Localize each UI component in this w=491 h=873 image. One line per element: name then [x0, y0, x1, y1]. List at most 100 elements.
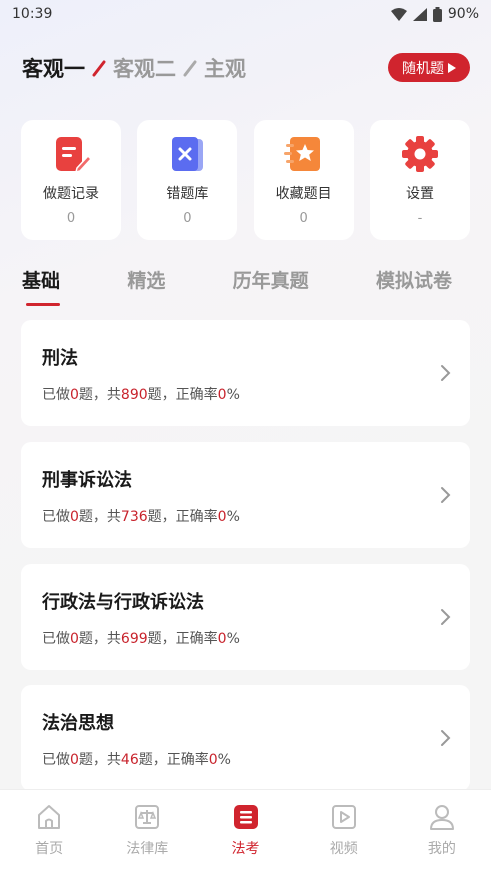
accuracy-rate: 0 [217, 387, 227, 403]
bottom-navigation: 首页 法律库 法考 视频 我的 [0, 789, 491, 873]
stats-label: 已做 [42, 387, 70, 403]
tab-label: 模拟试卷 [375, 270, 452, 292]
profile-icon [429, 805, 454, 830]
subject-stats: 已做0题，共46题，正确率0% [42, 749, 231, 769]
accuracy-rate: 0 [208, 752, 218, 768]
category-tabs: 基础 精选 历年真题 模拟试卷 [22, 266, 452, 306]
chevron-right-icon [441, 609, 451, 625]
nav-profile[interactable]: 我的 [393, 790, 491, 873]
subject-title: 刑法 [42, 348, 78, 369]
status-bar: 10:39 90% [0, 0, 491, 28]
subject-stats: 已做0题，共699题，正确率0% [42, 628, 240, 648]
nav-label: 法考 [231, 841, 260, 857]
total-count: 890 [120, 387, 148, 403]
quick-card-value: 0 [66, 211, 76, 226]
random-question-button[interactable]: 随机题 [388, 53, 470, 82]
tab-label: 历年真题 [232, 270, 309, 292]
chevron-right-icon [441, 730, 451, 746]
settings-gear-icon [401, 136, 438, 172]
quick-card-settings[interactable]: 设置 - [369, 120, 470, 240]
done-count: 0 [70, 509, 79, 525]
quick-card-value: 0 [299, 211, 308, 226]
wrong-questions-icon [172, 137, 204, 171]
stats-label: 题，共 [78, 387, 121, 403]
nav-label: 视频 [329, 841, 358, 857]
quick-access-row: 做题记录 0 错题库 0 收藏题目 0 设置 - [21, 120, 470, 240]
quick-card-value: - [417, 211, 423, 226]
stats-label: 题，共 [78, 509, 121, 525]
accuracy-rate: 0 [217, 509, 227, 525]
done-count: 0 [70, 752, 79, 768]
nav-label: 首页 [35, 841, 64, 857]
nav-video[interactable]: 视频 [295, 790, 393, 873]
subject-title: 刑事诉讼法 [42, 470, 132, 491]
quick-card-label: 收藏题目 [275, 186, 332, 202]
tab-subjective[interactable]: 主观 [204, 53, 246, 83]
battery-percent: 90% [447, 6, 479, 22]
tab-label: 精选 [127, 270, 166, 292]
tab-objective-one[interactable]: 客观一 [22, 53, 85, 83]
stats-label: % [226, 631, 240, 647]
stats-label: 已做 [42, 752, 70, 768]
law-library-icon [135, 805, 160, 829]
total-count: 46 [120, 752, 139, 768]
quick-card-record[interactable]: 做题记录 0 [21, 120, 121, 240]
subject-card-administrative-law[interactable]: 行政法与行政诉讼法 已做0题，共699题，正确率0% [21, 564, 470, 670]
nav-label: 我的 [427, 841, 456, 857]
nav-law-library[interactable]: 法律库 [98, 790, 196, 873]
done-count: 0 [70, 387, 79, 403]
subject-stats: 已做0题，共890题，正确率0% [42, 384, 240, 404]
stats-label: % [217, 752, 231, 768]
chevron-right-icon [441, 487, 451, 503]
stats-label: 题，正确率 [147, 509, 218, 525]
nav-exam[interactable]: 法考 [196, 790, 294, 873]
quick-card-label: 设置 [405, 186, 434, 202]
tab-objective-two[interactable]: 客观二 [113, 53, 176, 83]
subject-title: 法治思想 [42, 713, 114, 734]
tab-mock-papers[interactable]: 模拟试卷 [376, 266, 452, 306]
subject-title: 行政法与行政诉讼法 [42, 592, 204, 613]
stats-label: 题，正确率 [147, 387, 218, 403]
subject-stats: 已做0题，共736题，正确率0% [42, 506, 240, 526]
done-count: 0 [70, 631, 79, 647]
stats-label: 题，正确率 [138, 752, 209, 768]
exam-icon [233, 805, 258, 829]
tab-selected[interactable]: 精选 [127, 266, 165, 306]
status-time: 10:39 [12, 6, 53, 22]
subject-card-rule-of-law-thought[interactable]: 法治思想 已做0题，共46题，正确率0% [21, 685, 470, 791]
status-indicators: 90% [390, 6, 479, 22]
active-tab-indicator [26, 303, 60, 306]
quick-card-wrong-questions[interactable]: 错题库 0 [137, 120, 238, 240]
total-count: 736 [120, 509, 148, 525]
tab-basic[interactable]: 基础 [22, 266, 60, 306]
play-triangle-icon [448, 62, 456, 73]
battery-icon [432, 6, 442, 22]
random-question-label: 随机题 [402, 60, 444, 77]
subject-card-criminal-procedure[interactable]: 刑事诉讼法 已做0题，共736题，正确率0% [21, 442, 470, 548]
record-icon [56, 137, 91, 174]
quick-card-label: 错题库 [166, 186, 209, 202]
video-icon [331, 805, 356, 829]
quick-card-value: 0 [183, 211, 192, 226]
chevron-right-icon [441, 365, 451, 381]
accuracy-rate: 0 [217, 631, 227, 647]
wifi-icon [390, 7, 407, 21]
total-count: 699 [120, 631, 148, 647]
stats-label: 题，正确率 [147, 631, 218, 647]
subject-card-criminal-law[interactable]: 刑法 已做0题，共890题，正确率0% [21, 320, 470, 426]
slash-divider-icon [91, 57, 107, 79]
signal-icon [412, 7, 427, 21]
nav-home[interactable]: 首页 [0, 790, 98, 873]
slash-divider-icon [182, 57, 198, 79]
stats-label: 题，共 [78, 631, 121, 647]
nav-label: 法律库 [126, 841, 169, 857]
tab-past-exams[interactable]: 历年真题 [233, 266, 309, 306]
stats-label: 题，共 [78, 752, 121, 768]
stats-label: 已做 [42, 631, 70, 647]
quick-card-label: 做题记录 [43, 186, 99, 202]
tab-label: 基础 [22, 270, 61, 292]
quick-card-favorites[interactable]: 收藏题目 0 [253, 120, 354, 240]
stats-label: 已做 [42, 509, 70, 525]
favorites-icon [283, 137, 320, 171]
home-icon [38, 805, 61, 829]
